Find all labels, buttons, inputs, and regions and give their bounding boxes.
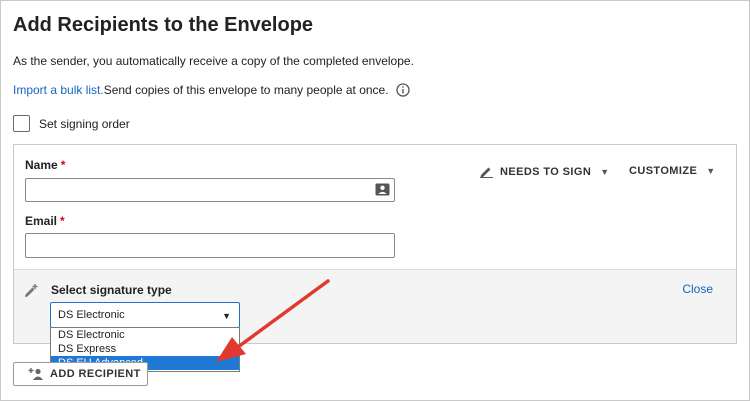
close-link[interactable]: Close (682, 282, 713, 296)
import-bulk-list-link[interactable]: Import a bulk list. (13, 83, 104, 97)
option-ds-electronic[interactable]: DS Electronic (51, 328, 239, 342)
pen-add-icon (25, 284, 38, 297)
signature-type-label: Select signature type (51, 283, 172, 297)
required-mark: * (60, 158, 66, 172)
bulk-list-row: Import a bulk list. Send copies of this … (13, 83, 410, 97)
sender-copy-note: As the sender, you automatically receive… (13, 54, 414, 68)
contacts-icon[interactable] (375, 183, 390, 196)
name-input[interactable] (25, 178, 395, 202)
option-ds-express[interactable]: DS Express (51, 342, 239, 356)
page-title: Add Recipients to the Envelope (13, 14, 314, 36)
pen-icon (480, 167, 493, 178)
signing-order-label: Set signing order (39, 116, 130, 131)
customize-dropdown[interactable]: CUSTOMIZE ▼ (629, 165, 716, 177)
required-mark: * (60, 214, 65, 228)
add-user-icon (28, 368, 43, 380)
email-label: Email * (25, 214, 65, 228)
signing-order-row: Set signing order (13, 115, 130, 132)
name-field-wrap (25, 178, 395, 202)
name-label: Name * (25, 158, 66, 172)
email-input[interactable] (25, 233, 395, 258)
bulk-list-description: Send copies of this envelope to many peo… (103, 83, 389, 97)
selected-value: DS Electronic (58, 309, 125, 321)
signature-type-select[interactable]: DS Electronic ▼ (50, 302, 240, 328)
chevron-down-icon: ▼ (222, 311, 231, 321)
chevron-down-icon: ▼ (600, 166, 610, 177)
add-recipient-button[interactable]: ADD RECIPIENT (13, 362, 148, 386)
needs-to-sign-dropdown[interactable]: NEEDS TO SIGN ▼ (479, 165, 610, 178)
chevron-down-icon: ▼ (706, 166, 716, 176)
info-icon[interactable] (395, 83, 410, 97)
signing-order-checkbox[interactable] (13, 115, 30, 132)
